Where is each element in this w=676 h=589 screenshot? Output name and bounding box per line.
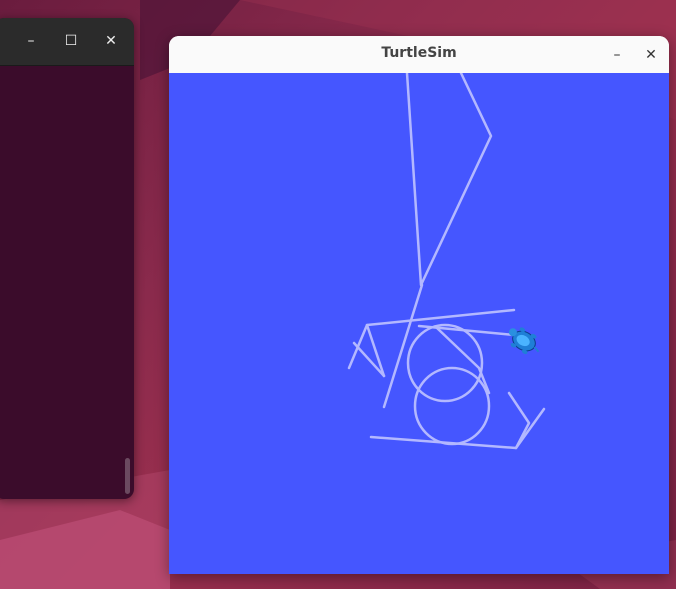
pen-trail	[347, 308, 516, 370]
pen-trail	[405, 73, 493, 287]
turtlesim-canvas	[169, 73, 669, 574]
pen-trail	[417, 324, 516, 337]
pen-trail	[413, 366, 491, 446]
turtlesim-titlebar[interactable]: TurtleSim – ✕	[169, 36, 669, 74]
window-title: TurtleSim	[381, 45, 457, 61]
pen-trail	[507, 391, 531, 450]
close-button[interactable]: ✕	[640, 44, 662, 66]
turtlesim-window[interactable]: TurtleSim – ✕	[169, 36, 669, 574]
minimize-button[interactable]: –	[606, 44, 628, 66]
terminal-window[interactable]: – ☐ ✕	[0, 18, 134, 499]
pen-trail-drawing	[347, 73, 546, 450]
turtle-icon	[508, 327, 540, 355]
close-button[interactable]: ✕	[100, 30, 122, 52]
terminal-titlebar[interactable]: – ☐ ✕	[0, 18, 134, 66]
terminal-scrollbar[interactable]	[125, 458, 130, 494]
minimize-button[interactable]: –	[20, 30, 42, 52]
maximize-button[interactable]: ☐	[60, 30, 82, 52]
